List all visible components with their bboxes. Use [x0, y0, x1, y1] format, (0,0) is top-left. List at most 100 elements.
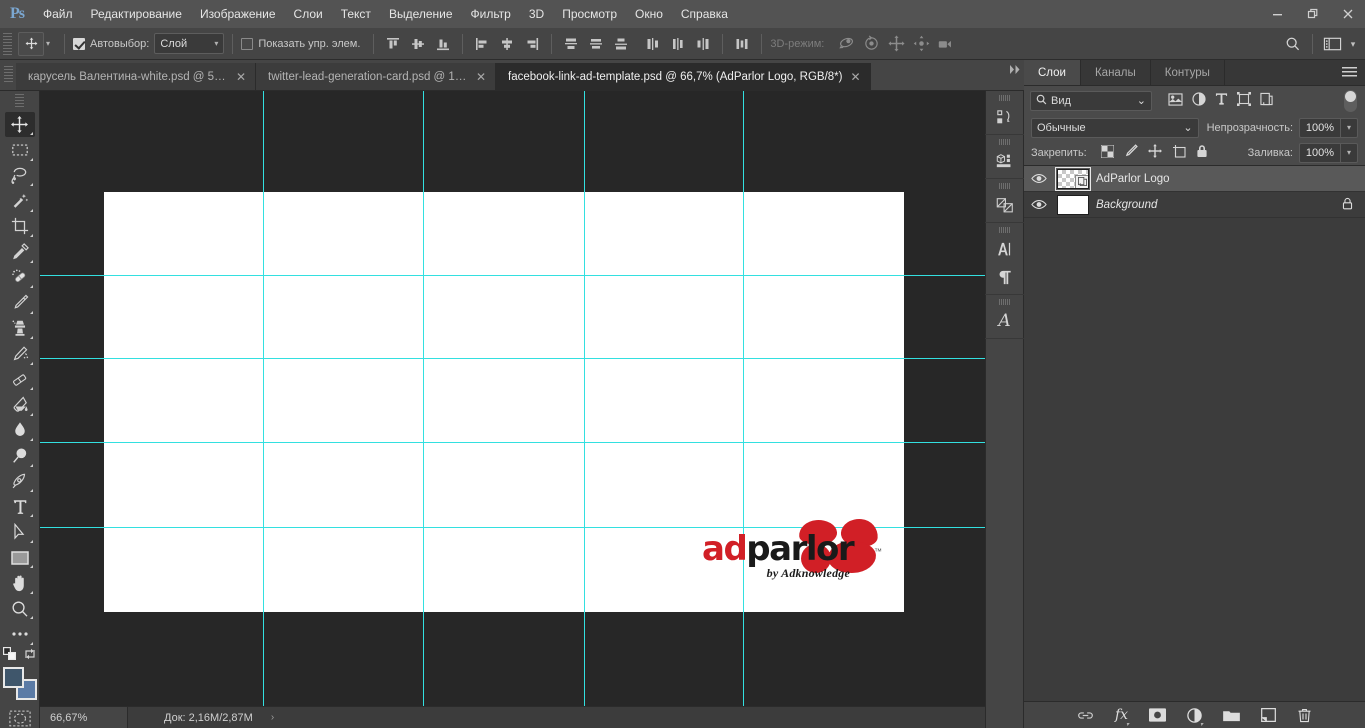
guide-horizontal[interactable] [40, 358, 985, 359]
layer-row-background[interactable]: Background [1024, 192, 1365, 218]
show-transform-controls-checkbox[interactable] [241, 37, 254, 50]
align-bottom-edges-icon[interactable] [432, 33, 454, 55]
menu-item-window[interactable]: Окно [626, 0, 672, 28]
autoselect-scope-select[interactable]: Слой ▾ [154, 33, 225, 54]
swap-colors-icon[interactable] [23, 647, 37, 664]
blur-tool[interactable] [5, 418, 35, 443]
minimize-button[interactable] [1260, 0, 1295, 28]
gradient-tool[interactable] [5, 392, 35, 417]
distribute-horizontal-centers-icon[interactable] [667, 33, 689, 55]
panel-menu-icon[interactable] [1342, 60, 1357, 86]
restore-button[interactable] [1295, 0, 1330, 28]
close-icon[interactable]: ✕ [236, 71, 246, 83]
menu-item-image[interactable]: Изображение [191, 0, 285, 28]
dodge-tool[interactable] [5, 443, 35, 468]
filter-smartobject-icon[interactable] [1260, 92, 1273, 109]
zoom-level-field[interactable]: 66,67% [40, 706, 128, 728]
tab-layers[interactable]: Слои [1024, 60, 1081, 85]
spot-healing-brush-tool[interactable] [5, 265, 35, 290]
crop-tool[interactable] [5, 214, 35, 239]
brush-tool[interactable] [5, 290, 35, 315]
new-adjustment-layer-icon[interactable]: ▾ [1187, 707, 1203, 728]
align-horizontal-centers-icon[interactable] [496, 33, 518, 55]
close-button[interactable] [1330, 0, 1365, 28]
tab-channels[interactable]: Каналы [1080, 60, 1151, 85]
align-top-edges-icon[interactable] [382, 33, 404, 55]
align-right-edges-icon[interactable] [521, 33, 543, 55]
panel-collapse-toggle[interactable] [1007, 62, 1023, 76]
lock-transparent-pixels-icon[interactable] [1100, 144, 1115, 161]
horizontal-type-tool[interactable] [5, 494, 35, 519]
eyedropper-tool[interactable] [5, 239, 35, 264]
path-selection-tool[interactable] [5, 519, 35, 544]
document-tab[interactable]: twitter-lead-generation-card.psd @ 100% … [256, 63, 496, 90]
guide-vertical[interactable] [743, 91, 744, 706]
default-colors-icon[interactable] [2, 647, 17, 664]
status-expand-icon[interactable]: › [271, 712, 274, 723]
menu-item-select[interactable]: Выделение [380, 0, 462, 28]
tool-preset-chevron-icon[interactable]: ▾ [46, 39, 50, 48]
menu-item-layer[interactable]: Слои [285, 0, 332, 28]
history-brush-tool[interactable] [5, 341, 35, 366]
search-icon[interactable] [1280, 31, 1306, 57]
zoom-tool[interactable] [5, 596, 35, 621]
lock-image-pixels-icon[interactable] [1124, 144, 1138, 161]
layer-thumbnail-wrap[interactable] [1054, 166, 1092, 191]
menu-item-edit[interactable]: Редактирование [82, 0, 191, 28]
blend-mode-select[interactable]: Обычные ⌄ [1031, 117, 1199, 138]
workspace-chevron-down-icon[interactable]: ▾ [1345, 31, 1361, 57]
menu-item-file[interactable]: Файл [34, 0, 82, 28]
canvas-area[interactable]: adparlor ™ by Adknowledge [40, 91, 985, 706]
lock-all-icon[interactable] [1196, 144, 1208, 161]
properties-3d-icon[interactable] [990, 147, 1020, 175]
layer-thumbnail-wrap[interactable] [1054, 194, 1092, 215]
menu-item-view[interactable]: Просмотр [553, 0, 626, 28]
dock-group-grip[interactable] [999, 299, 1010, 305]
foreground-color-swatch[interactable] [2, 666, 24, 688]
layer-styles-fx-icon[interactable]: fx ▾ [1115, 707, 1129, 728]
fill-value[interactable]: 100% [1299, 142, 1341, 163]
dock-group-grip[interactable] [999, 227, 1010, 233]
menu-item-3d[interactable]: 3D [520, 0, 553, 28]
document-tab[interactable]: карусель Валентина-white.psd @ 50% (v...… [16, 63, 256, 90]
filter-pixel-icon[interactable] [1168, 92, 1183, 109]
character-panel-icon[interactable] [990, 235, 1020, 263]
magic-wand-tool[interactable] [5, 188, 35, 213]
menu-item-type[interactable]: Текст [332, 0, 380, 28]
workspace-switcher-icon[interactable] [1319, 31, 1345, 57]
adjustments-styles-icon[interactable] [990, 191, 1020, 219]
layer-filter-type-select[interactable]: Вид ⌄ [1030, 90, 1152, 111]
new-layer-icon[interactable] [1261, 708, 1276, 722]
options-bar-grip[interactable] [3, 32, 12, 55]
close-icon[interactable]: ✕ [850, 71, 860, 83]
hand-tool[interactable] [5, 570, 35, 595]
distribute-right-edges-icon[interactable] [692, 33, 714, 55]
layer-name[interactable]: AdParlor Logo [1092, 173, 1170, 185]
guide-vertical[interactable] [584, 91, 585, 706]
filter-adjustment-icon[interactable] [1192, 92, 1206, 109]
guide-vertical[interactable] [423, 91, 424, 706]
document-tab-active[interactable]: facebook-link-ad-template.psd @ 66,7% (A… [496, 63, 871, 90]
delete-layer-icon[interactable] [1297, 708, 1312, 723]
opacity-chevron-down-icon[interactable]: ▾ [1341, 117, 1358, 138]
autoselect-checkbox[interactable] [73, 37, 86, 50]
layer-name[interactable]: Background [1092, 199, 1157, 211]
fill-chevron-down-icon[interactable]: ▾ [1341, 142, 1358, 163]
fill-control[interactable]: 100% ▾ [1299, 142, 1358, 163]
clone-stamp-tool[interactable] [5, 316, 35, 341]
tool-preset-picker[interactable] [18, 31, 44, 56]
rectangular-marquee-tool[interactable] [5, 137, 35, 162]
tabs-grip[interactable] [4, 66, 13, 84]
align-vertical-centers-icon[interactable] [407, 33, 429, 55]
lock-position-icon[interactable] [1147, 144, 1162, 161]
eye-icon[interactable] [1024, 199, 1054, 210]
distribute-spacing-icon[interactable] [731, 33, 753, 55]
guide-horizontal[interactable] [40, 275, 985, 276]
pen-tool[interactable] [5, 469, 35, 494]
guide-vertical[interactable] [263, 91, 264, 706]
lock-artboard-nesting-icon[interactable] [1172, 144, 1186, 161]
lasso-tool[interactable] [5, 163, 35, 188]
link-layers-icon[interactable] [1077, 710, 1094, 721]
history-icon[interactable] [990, 103, 1020, 131]
opacity-value[interactable]: 100% [1299, 117, 1341, 138]
